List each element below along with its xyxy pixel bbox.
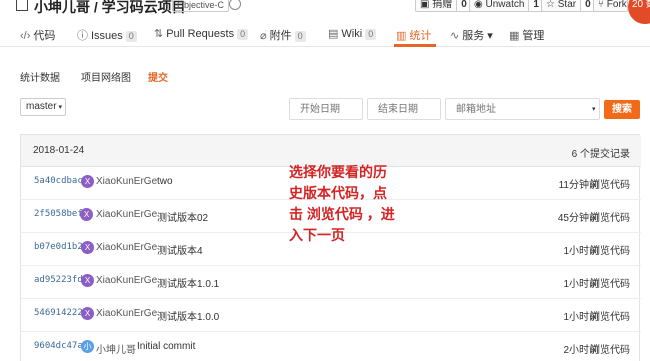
table-row: 546914222 X XiaoKunErGe 测试版本1.0.0 1小时前 浏… xyxy=(21,299,641,332)
tab-stats[interactable]: ▥ 统计 xyxy=(396,27,431,43)
unwatch-label: Unwatch xyxy=(485,0,525,10)
avatar[interactable]: X xyxy=(80,208,93,221)
commit-author[interactable]: XiaoKunErGe xyxy=(96,176,157,187)
avatar[interactable]: 小 xyxy=(81,340,94,353)
browse-code-link[interactable]: 浏览代码 xyxy=(590,341,630,356)
wiki-icon: ▤ xyxy=(328,28,339,40)
fork-label: Fork xyxy=(606,0,627,10)
browse-code-link[interactable]: 浏览代码 xyxy=(590,242,630,257)
tab-label: 服务 xyxy=(462,30,485,42)
branch-value: master xyxy=(26,101,57,112)
tab-label: Pull Requests xyxy=(166,28,235,40)
tab-issues[interactable]: ⓘ Issues 0 xyxy=(77,27,137,43)
commit-hash[interactable]: 2f5058bef xyxy=(34,209,83,219)
tab-label: Issues xyxy=(91,30,123,42)
end-date-input[interactable] xyxy=(367,98,441,120)
commit-author[interactable]: 小坤儿哥 xyxy=(96,341,136,356)
tab-wiki[interactable]: ▤ Wiki 0 xyxy=(328,27,377,40)
settings-icon[interactable] xyxy=(229,0,241,10)
tab-badge: 0 xyxy=(125,31,137,42)
start-date-input[interactable] xyxy=(289,98,363,120)
commit-date: 2018-01-24 xyxy=(33,145,85,156)
code-icon: ‹/› xyxy=(20,30,31,42)
commit-message[interactable]: 测试版本1.0.1 xyxy=(157,275,219,290)
star-label: Star xyxy=(557,0,577,10)
service-icon: ∿ xyxy=(450,30,460,42)
repository-icon xyxy=(16,0,28,11)
active-tab-indicator xyxy=(394,44,436,47)
commit-author[interactable]: XiaoKunErGe xyxy=(96,275,157,286)
browse-code-link[interactable]: 浏览代码 xyxy=(590,209,630,224)
attachment-icon: ⌀ xyxy=(260,30,267,42)
commit-hash[interactable]: b07e0d1b2 xyxy=(34,242,83,252)
tab-code[interactable]: ‹/› 代码 xyxy=(20,27,55,43)
commit-message[interactable]: Initial commit xyxy=(137,341,195,352)
commit-message[interactable]: 测试版本1.0.0 xyxy=(157,308,219,323)
commit-hash[interactable]: 5a40cdbac xyxy=(34,176,83,186)
chevron-down-icon: ▾ xyxy=(484,30,493,42)
commit-hash[interactable]: 9604dc47a xyxy=(34,341,83,351)
table-row: ad95223fd X XiaoKunErGe 测试版本1.0.1 1小时前 浏… xyxy=(21,266,641,299)
repo-title[interactable]: 小坤儿哥 / 学习码云项目 xyxy=(34,0,186,17)
table-row: 9604dc47a 小 小坤儿哥 Initial commit 2小时前 浏览代… xyxy=(21,332,641,361)
tab-attachments[interactable]: ⌀ 附件 0 xyxy=(260,27,306,43)
tab-label: 代码 xyxy=(33,30,56,42)
donate-label: 捐赠 xyxy=(432,0,453,10)
issues-icon: ⓘ xyxy=(77,30,88,42)
eye-icon: ◉ xyxy=(474,0,486,10)
commit-author[interactable]: XiaoKunErGe xyxy=(96,242,157,253)
search-button[interactable]: 搜索 xyxy=(604,100,640,119)
star-button[interactable]: ☆ Star 0 xyxy=(541,0,596,12)
subnav-statistics[interactable]: 统计数据 xyxy=(20,69,60,84)
branch-select[interactable]: master ▾ xyxy=(20,98,66,116)
commit-message[interactable]: two xyxy=(157,176,173,187)
tab-label: 附件 xyxy=(269,30,292,42)
avatar[interactable]: X xyxy=(81,175,94,188)
tab-badge: 0 xyxy=(237,29,249,40)
browse-code-link[interactable]: 浏览代码 xyxy=(590,176,630,191)
language-badge: Objective-C xyxy=(172,0,230,12)
tab-manage[interactable]: ▦ 管理 xyxy=(509,27,544,43)
tab-service[interactable]: ∿ 服务 ▾ xyxy=(450,27,493,43)
email-input[interactable] xyxy=(445,98,600,120)
tab-label: Wiki xyxy=(341,28,363,40)
tab-label: 统计 xyxy=(409,30,432,42)
donate-icon: ▣ xyxy=(420,0,433,10)
manage-icon: ▦ xyxy=(509,30,520,42)
pull-request-icon: ⇅ xyxy=(154,28,164,40)
instruction-annotation: 选择你要看的历史版本代码，点击 浏览代码 ，进入下一页 xyxy=(289,164,395,243)
fork-button[interactable]: ⑂ Fork xyxy=(593,0,628,12)
repo-header: 小坤儿哥 / 学习码云项目 Objective-C ▣ 捐赠 0 ◉ Unwatc… xyxy=(0,0,650,24)
subnav-commits[interactable]: 提交 xyxy=(148,69,168,84)
subnav-network-graph[interactable]: 项目网络图 xyxy=(81,69,131,84)
tab-badge: 0 xyxy=(365,29,377,40)
stats-icon: ▥ xyxy=(396,30,407,42)
commit-author[interactable]: XiaoKunErGe xyxy=(96,209,157,220)
star-icon: ☆ xyxy=(546,0,558,10)
donate-button[interactable]: ▣ 捐赠 0 xyxy=(415,0,472,12)
chevron-down-icon[interactable]: ▾ xyxy=(592,105,596,113)
commit-count: 6 个提交记录 xyxy=(571,149,630,160)
tab-label: 管理 xyxy=(522,30,545,42)
unwatch-button[interactable]: ◉ Unwatch 1 xyxy=(469,0,544,12)
commit-hash[interactable]: ad95223fd xyxy=(34,275,83,285)
commit-message[interactable]: 测试版本02 xyxy=(157,209,208,224)
repo-tabs: ‹/› 代码 ⓘ Issues 0 ⇅ Pull Requests 0 ⌀ 附件 0 ▤ Wik… xyxy=(0,21,650,47)
tab-badge: 0 xyxy=(294,31,306,42)
avatar[interactable]: X xyxy=(81,274,94,287)
browse-code-link[interactable]: 浏览代码 xyxy=(590,275,630,290)
commit-message[interactable]: 测试版本4 xyxy=(157,242,203,257)
chevron-down-icon: ▾ xyxy=(56,104,63,111)
avatar[interactable]: X xyxy=(81,241,94,254)
tab-pull-requests[interactable]: ⇅ Pull Requests 0 xyxy=(154,27,249,40)
commit-hash[interactable]: 546914222 xyxy=(34,308,83,318)
fork-icon: ⑂ xyxy=(598,0,607,10)
browse-code-link[interactable]: 浏览代码 xyxy=(590,308,630,323)
avatar[interactable]: X xyxy=(81,307,94,320)
commit-author[interactable]: XiaoKunErGe xyxy=(96,308,157,319)
